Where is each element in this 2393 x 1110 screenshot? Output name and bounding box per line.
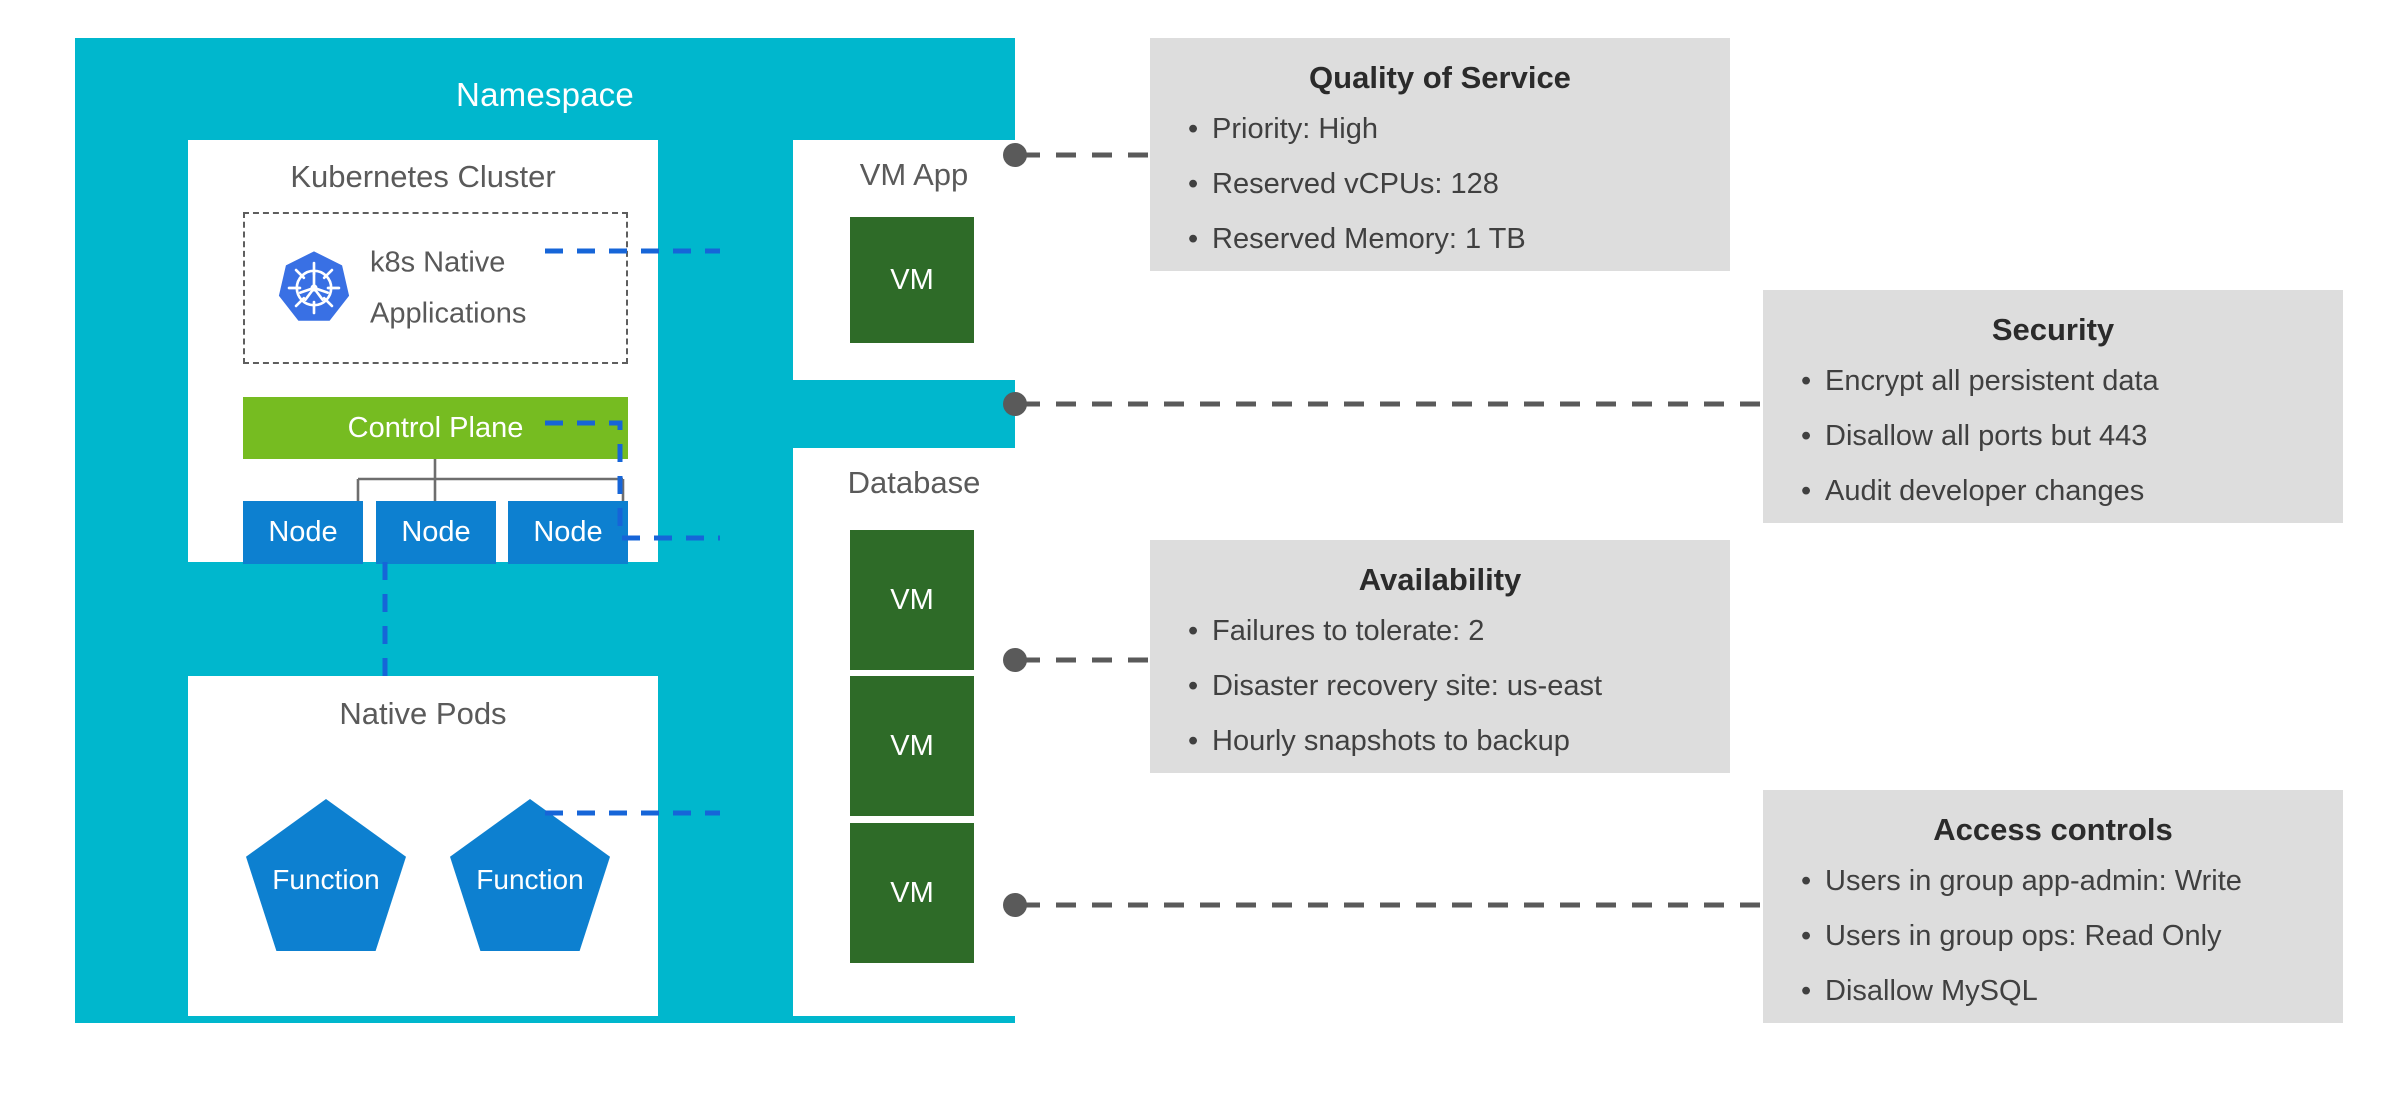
policy-item: • Hourly snapshots to backup — [1150, 714, 1730, 769]
bullet-icon: • — [1188, 670, 1199, 702]
node-box: Node — [508, 501, 628, 564]
policy-item: • Encrypt all persistent data — [1763, 354, 2343, 409]
policy-item-text: Hourly snapshots to backup — [1212, 725, 1570, 757]
policy-box-title: Security — [1991, 312, 2115, 347]
policy-item-text: Failures to tolerate: 2 — [1212, 615, 1485, 647]
function-label: Function — [476, 864, 584, 895]
policy-item-text: Audit developer changes — [1825, 475, 2145, 507]
function-pentagon: Function — [450, 799, 610, 951]
vm-box: VM — [850, 217, 974, 343]
vm-label: VM — [890, 876, 934, 909]
policy-box-access-controls: Access controls • Users in group app-admi… — [1763, 790, 2343, 1023]
bullet-icon: • — [1188, 168, 1199, 200]
policy-item-text: Reserved Memory: 1 TB — [1212, 223, 1526, 255]
namespace-title: Namespace — [456, 76, 634, 113]
diagram-canvas: Namespace Kubernetes Cluster k8s Native … — [0, 0, 2393, 1110]
bullet-icon: • — [1188, 615, 1199, 647]
bullet-icon: • — [1188, 725, 1199, 757]
policy-item: • Disallow all ports but 443 — [1763, 409, 2343, 464]
control-plane-label: Control Plane — [347, 411, 524, 444]
bullet-icon: • — [1801, 475, 1812, 507]
policy-item-text: Users in group ops: Read Only — [1825, 920, 2222, 952]
vm-box: VM — [850, 676, 974, 816]
function-label: Function — [272, 864, 380, 895]
policy-box-security: Security • Encrypt all persistent data • D… — [1763, 290, 2343, 523]
bullet-icon: • — [1801, 975, 1812, 1007]
database-panel: Database VM VM VM — [793, 448, 1035, 1016]
policy-box-quality-of-service: Quality of Service • Priority: High • Rese… — [1150, 38, 1730, 271]
policy-item-text: Disallow MySQL — [1825, 975, 2038, 1007]
policy-item: • Users in group app-admin: Write — [1763, 854, 2343, 909]
kubernetes-cluster-title: Kubernetes Cluster — [290, 159, 556, 194]
policy-item: • Users in group ops: Read Only — [1763, 909, 2343, 964]
policy-item-list: • Failures to tolerate: 2 • Disaster recov… — [1150, 604, 1730, 769]
node-label: Node — [533, 516, 603, 548]
policy-item: • Reserved vCPUs: 128 — [1150, 157, 1730, 212]
control-plane-box: Control Plane — [243, 397, 628, 459]
namespace-container: Namespace Kubernetes Cluster k8s Native … — [75, 38, 1035, 1023]
native-pods-panel: Native Pods Function Function — [188, 676, 658, 1016]
bullet-icon: • — [1801, 420, 1812, 452]
policy-item-text: Encrypt all persistent data — [1825, 365, 2159, 397]
native-pods-title: Native Pods — [339, 696, 507, 731]
vm-label: VM — [890, 583, 934, 616]
policy-item-text: Priority: High — [1212, 113, 1378, 145]
policy-box-title: Availability — [1358, 562, 1522, 597]
node-box: Node — [376, 501, 496, 564]
k8s-native-line-2: Applications — [370, 297, 527, 329]
kubernetes-cluster-panel: Kubernetes Cluster k8s Native Applicatio… — [188, 140, 658, 564]
policy-item: • Disallow MySQL — [1763, 964, 2343, 1019]
policy-item-text: Disaster recovery site: us-east — [1212, 670, 1603, 702]
vm-app-title: VM App — [859, 157, 969, 192]
k8s-native-applications-label: k8s Native Applications — [370, 237, 526, 339]
bullet-icon: • — [1801, 865, 1812, 897]
policy-box-availability: Availability • Failures to tolerate: 2 • D… — [1150, 540, 1730, 773]
policy-box-title: Access controls — [1933, 812, 2173, 847]
vm-label: VM — [890, 263, 934, 296]
node-box: Node — [243, 501, 363, 564]
policy-item-text: Disallow all ports but 443 — [1825, 420, 2148, 452]
control-plane-node-connector — [356, 459, 625, 501]
function-pentagon: Function — [246, 799, 406, 951]
policy-item-list: • Priority: High • Reserved vCPUs: 128 • Re… — [1150, 102, 1730, 267]
policy-item-text: Users in group app-admin: Write — [1825, 865, 2242, 897]
policy-item: • Disaster recovery site: us-east — [1150, 659, 1730, 714]
policy-item: • Reserved Memory: 1 TB — [1150, 212, 1730, 267]
vm-box: VM — [850, 530, 974, 670]
vm-app-panel: VM App VM — [793, 140, 1035, 380]
node-label: Node — [401, 516, 471, 548]
policy-item-text: Reserved vCPUs: 128 — [1212, 168, 1499, 200]
kubernetes-logo-icon — [275, 249, 353, 327]
policy-item: • Priority: High — [1150, 102, 1730, 157]
vm-label: VM — [890, 729, 934, 762]
policy-item: • Failures to tolerate: 2 — [1150, 604, 1730, 659]
database-title: Database — [847, 465, 981, 500]
bullet-icon: • — [1188, 113, 1199, 145]
k8s-native-applications-box: k8s Native Applications — [243, 212, 628, 364]
policy-item: • Audit developer changes — [1763, 464, 2343, 519]
bullet-icon: • — [1188, 223, 1199, 255]
policy-box-title: Quality of Service — [1309, 60, 1571, 95]
policy-item-list: • Users in group app-admin: Write • Users … — [1763, 854, 2343, 1019]
vm-box: VM — [850, 823, 974, 963]
bullet-icon: • — [1801, 365, 1812, 397]
k8s-native-line-1: k8s Native — [370, 246, 506, 279]
node-label: Node — [268, 516, 338, 548]
policy-item-list: • Encrypt all persistent data • Disallow a… — [1763, 354, 2343, 519]
bullet-icon: • — [1801, 920, 1812, 952]
